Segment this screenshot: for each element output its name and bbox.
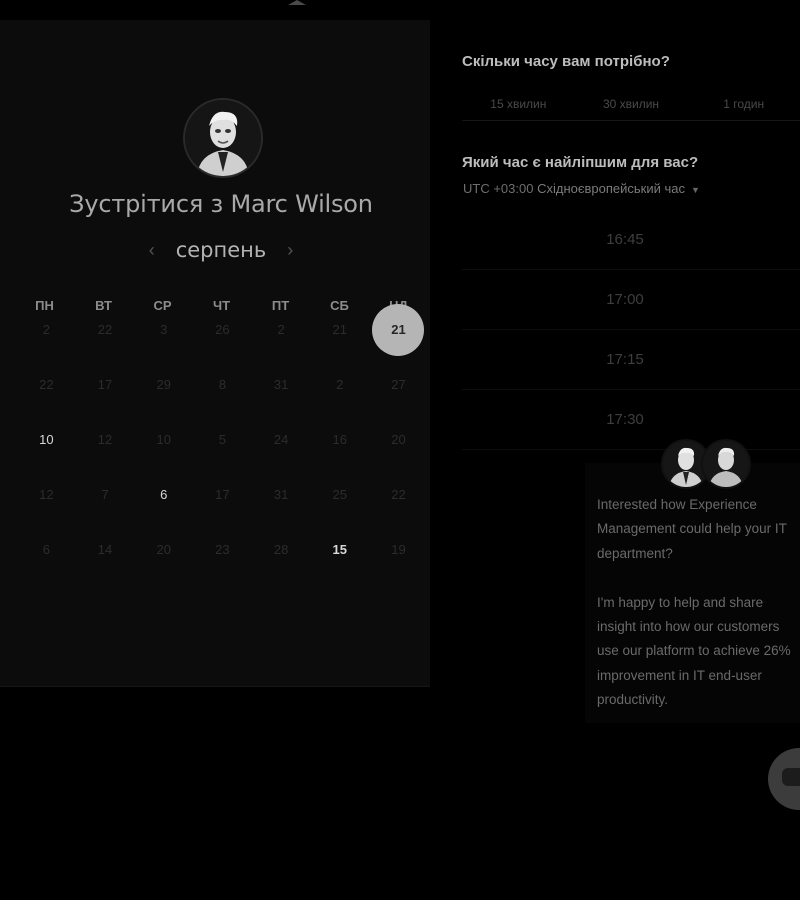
calendar-day: 24	[273, 432, 289, 447]
calendar-day-available[interactable]: 10	[17, 429, 76, 451]
caret-down-icon: ▼	[690, 185, 700, 195]
scheduler-page: Зустрітися з Marc Wilson ‹ серпень › ПН …	[0, 0, 800, 900]
title-prefix: Зустрітися з	[69, 190, 231, 218]
time-slot[interactable]: 16:45	[462, 210, 800, 270]
calendar-day: 22	[97, 322, 113, 337]
chat-bubble-icon[interactable]	[768, 748, 800, 810]
time-slot[interactable]: 17:00	[462, 270, 800, 330]
calendar-day: 8	[218, 377, 227, 392]
calendar-day: 27	[391, 377, 406, 392]
weekday-tue: ВТ	[95, 298, 112, 313]
time-slot-label: 17:15	[606, 351, 644, 368]
chevron-left-icon[interactable]: ‹	[144, 240, 160, 261]
agent-avatar	[701, 439, 751, 489]
calendar-day: 17	[97, 377, 113, 392]
calendar-day: 16	[332, 432, 348, 447]
calendar-day-selected[interactable]: 21	[369, 304, 428, 356]
calendar-grid: 2 22 3 26 2 21 21 22 17 29 8 31 2 27 10 …	[17, 304, 428, 594]
selected-day-label: 21	[391, 322, 406, 337]
weekday-sat: СБ	[330, 298, 349, 313]
chat-line: Management could help your IT	[597, 521, 787, 537]
calendar-day: 14	[97, 542, 113, 557]
chat-line: insight into how our customers	[597, 619, 780, 635]
calendar-day: 10	[156, 432, 171, 447]
chat-line: productivity.	[597, 692, 669, 708]
calendar-day: 5	[218, 432, 227, 447]
chat-line: use our platform to achieve 26%	[597, 643, 791, 659]
weekday-thu: ЧТ	[212, 298, 231, 313]
duration-question: Скільки часу вам потрібно?	[462, 53, 670, 70]
calendar-day: 22	[391, 487, 406, 502]
calendar-day: 12	[39, 487, 54, 502]
calendar-day: 2	[277, 322, 285, 337]
duration-option-15[interactable]: 15 хвилин	[462, 88, 575, 120]
chat-avatars	[661, 439, 751, 489]
calendar-day: 7	[101, 487, 109, 502]
host-avatar	[183, 98, 263, 178]
meeting-title: Зустрітися з Marc Wilson	[0, 190, 442, 218]
calendar-day: 2	[42, 322, 50, 337]
calendar-day: 28	[273, 542, 289, 557]
time-slot-list: 16:45 17:00 17:15 17:30	[462, 210, 800, 450]
calendar-day-available[interactable]: 15	[310, 539, 369, 561]
time-slot-label: 17:30	[606, 411, 644, 428]
duration-option-30[interactable]: 30 хвилин	[575, 88, 688, 120]
calendar-day: 2	[336, 377, 344, 392]
month-navigation: ‹ серпень ›	[0, 238, 442, 262]
time-slot[interactable]: 17:15	[462, 330, 800, 390]
calendar-day: 19	[391, 542, 406, 557]
calendar-day: 29	[156, 377, 171, 392]
duration-options: 15 хвилин 30 хвилин 1 годин	[462, 88, 800, 121]
weekday-wed: СР	[153, 298, 172, 313]
timezone-offset: UTC +03:00	[463, 181, 538, 196]
calendar-day: 31	[273, 487, 289, 502]
host-name: Marc Wilson	[230, 190, 373, 218]
weekday-header: ПН ВТ СР ЧТ ПТ СБ НД	[15, 298, 428, 313]
duration-option-60[interactable]: 1 годин	[687, 88, 800, 120]
time-slot-label: 17:00	[606, 291, 644, 308]
chat-line: department?	[597, 545, 673, 561]
calendar-day: 23	[215, 542, 230, 557]
timezone-selector[interactable]: UTC +03:00 Східноєвропейський час ▼	[463, 181, 700, 196]
calendar-day: 31	[273, 377, 289, 392]
calendar-day: 26	[215, 322, 230, 337]
timezone-name: Східноєвропейський час	[537, 181, 685, 196]
time-slot-label: 16:45	[606, 231, 644, 248]
calendar-day-available[interactable]: 6	[134, 484, 193, 506]
calendar-day: 12	[97, 432, 113, 447]
calendar-day: 3	[160, 322, 168, 337]
calendar-day: 17	[215, 487, 230, 502]
chat-message: Interested how Experience Management cou…	[597, 493, 800, 713]
calendar-day: 22	[39, 377, 54, 392]
weekday-fri: ПТ	[271, 298, 290, 313]
top-caret-icon	[288, 0, 306, 5]
chat-line: improvement in IT end-user	[597, 667, 762, 683]
time-question: Який час є найліпшим для вас?	[462, 154, 699, 171]
calendar-day: 20	[391, 432, 406, 447]
chat-line: Interested how Experience	[597, 497, 757, 512]
calendar-day: 21	[332, 322, 348, 337]
month-label: серпень	[175, 238, 267, 262]
calendar-day: 6	[42, 542, 50, 557]
weekday-mon: ПН	[35, 298, 54, 313]
calendar-card: Зустрітися з Marc Wilson ‹ серпень › ПН …	[0, 20, 430, 687]
chevron-right-icon[interactable]: ›	[282, 240, 298, 261]
calendar-day: 25	[332, 487, 348, 502]
calendar-day: 20	[156, 542, 171, 557]
chat-line: I'm happy to help and share	[597, 594, 764, 610]
